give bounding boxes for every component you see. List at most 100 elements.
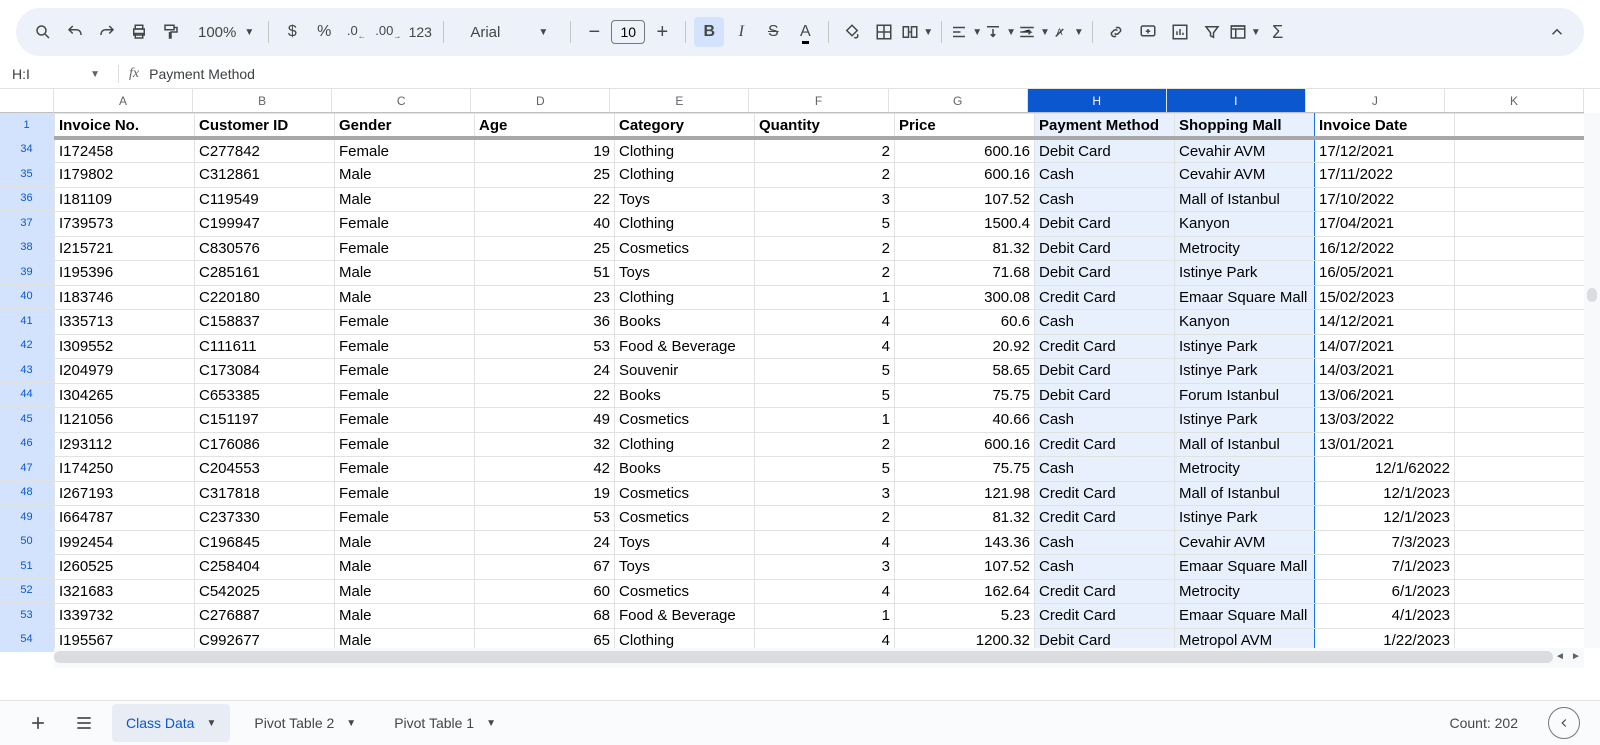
- filter-button[interactable]: [1197, 17, 1227, 47]
- row-header-35[interactable]: 35: [0, 162, 54, 187]
- cell[interactable]: C176086: [195, 432, 335, 457]
- cell[interactable]: 13/01/2021: [1315, 432, 1455, 457]
- cell[interactable]: Emaar Square Mall: [1175, 604, 1315, 629]
- cell[interactable]: 300.08: [895, 285, 1035, 310]
- cell[interactable]: 12/1/2023: [1315, 481, 1455, 506]
- increase-font-icon[interactable]: +: [647, 17, 677, 47]
- cell[interactable]: 81.32: [895, 506, 1035, 531]
- cell[interactable]: Books: [615, 457, 755, 482]
- cell[interactable]: 17/04/2021: [1315, 212, 1455, 237]
- cell[interactable]: 4: [755, 579, 895, 604]
- borders-button[interactable]: [869, 17, 899, 47]
- cell[interactable]: [1455, 163, 1585, 188]
- cell[interactable]: I309552: [55, 334, 195, 359]
- cell[interactable]: Clothing: [615, 628, 755, 648]
- cell[interactable]: 75.75: [895, 457, 1035, 482]
- cell[interactable]: 1200.32: [895, 628, 1035, 648]
- cell[interactable]: [1455, 579, 1585, 604]
- cell[interactable]: C276887: [195, 604, 335, 629]
- cell[interactable]: 14/12/2021: [1315, 310, 1455, 335]
- cell[interactable]: C158837: [195, 310, 335, 335]
- cell[interactable]: Istinye Park: [1175, 408, 1315, 433]
- status-count[interactable]: Count: 202: [1450, 715, 1529, 731]
- cell[interactable]: Souvenir: [615, 359, 755, 384]
- cell[interactable]: 17/10/2022: [1315, 187, 1455, 212]
- search-icon[interactable]: [28, 17, 58, 47]
- print-icon[interactable]: [124, 17, 154, 47]
- row-header-39[interactable]: 39: [0, 260, 54, 285]
- cell[interactable]: 2: [755, 506, 895, 531]
- cell[interactable]: [1455, 555, 1585, 580]
- cell[interactable]: 4: [755, 310, 895, 335]
- cell[interactable]: I267193: [55, 481, 195, 506]
- cell[interactable]: 5: [755, 359, 895, 384]
- cell[interactable]: 42: [475, 457, 615, 482]
- cell[interactable]: I215721: [55, 236, 195, 261]
- cell[interactable]: 53: [475, 506, 615, 531]
- cell[interactable]: Male: [335, 530, 475, 555]
- cell[interactable]: C220180: [195, 285, 335, 310]
- cell[interactable]: I121056: [55, 408, 195, 433]
- horizontal-scrollbar[interactable]: ◄ ►: [54, 648, 1584, 668]
- cell[interactable]: 2: [755, 163, 895, 188]
- cell[interactable]: Credit Card: [1035, 432, 1175, 457]
- cell[interactable]: 15/02/2023: [1315, 285, 1455, 310]
- cell[interactable]: I195396: [55, 261, 195, 286]
- cell[interactable]: 3: [755, 187, 895, 212]
- cell[interactable]: 36: [475, 310, 615, 335]
- cell[interactable]: Cosmetics: [615, 236, 755, 261]
- undo-icon[interactable]: [60, 17, 90, 47]
- cell[interactable]: Emaar Square Mall: [1175, 285, 1315, 310]
- cell[interactable]: C277842: [195, 138, 335, 163]
- cell[interactable]: Kanyon: [1175, 310, 1315, 335]
- cell[interactable]: Credit Card: [1035, 285, 1175, 310]
- cell[interactable]: Mall of Istanbul: [1175, 481, 1315, 506]
- cell[interactable]: 17/11/2022: [1315, 163, 1455, 188]
- cell[interactable]: 2: [755, 432, 895, 457]
- row-header-40[interactable]: 40: [0, 285, 54, 310]
- cell[interactable]: Customer ID: [195, 114, 335, 139]
- cell[interactable]: C258404: [195, 555, 335, 580]
- cell[interactable]: [1455, 310, 1585, 335]
- add-sheet-button[interactable]: [20, 705, 56, 741]
- cell[interactable]: C173084: [195, 359, 335, 384]
- col-header-E[interactable]: E: [610, 89, 749, 112]
- strikethrough-button[interactable]: S: [758, 17, 788, 47]
- cell[interactable]: 1500.4: [895, 212, 1035, 237]
- cell[interactable]: 13/03/2022: [1315, 408, 1455, 433]
- col-header-G[interactable]: G: [889, 89, 1028, 112]
- cell[interactable]: C285161: [195, 261, 335, 286]
- cell[interactable]: 107.52: [895, 187, 1035, 212]
- name-box[interactable]: H:I▼: [8, 66, 108, 82]
- cell[interactable]: Female: [335, 506, 475, 531]
- cell[interactable]: Debit Card: [1035, 261, 1175, 286]
- more-formats-icon[interactable]: 123: [405, 17, 435, 47]
- cell[interactable]: 7/3/2023: [1315, 530, 1455, 555]
- cell[interactable]: Cash: [1035, 457, 1175, 482]
- scroll-right-icon[interactable]: ►: [1568, 648, 1584, 664]
- paint-format-icon[interactable]: [156, 17, 186, 47]
- row-header-47[interactable]: 47: [0, 456, 54, 481]
- cell[interactable]: 1: [755, 408, 895, 433]
- cell[interactable]: Emaar Square Mall: [1175, 555, 1315, 580]
- cell[interactable]: Shopping Mall: [1175, 114, 1315, 139]
- cell[interactable]: Male: [335, 163, 475, 188]
- cell[interactable]: 107.52: [895, 555, 1035, 580]
- cell[interactable]: 3: [755, 481, 895, 506]
- cell[interactable]: 1/22/2023: [1315, 628, 1455, 648]
- cell[interactable]: 162.64: [895, 579, 1035, 604]
- row-header-54[interactable]: 54: [0, 628, 54, 653]
- cell[interactable]: 2: [755, 261, 895, 286]
- cell[interactable]: Male: [335, 187, 475, 212]
- cell[interactable]: 5: [755, 383, 895, 408]
- cell[interactable]: Mall of Istanbul: [1175, 187, 1315, 212]
- cell[interactable]: 600.16: [895, 163, 1035, 188]
- cell[interactable]: Istinye Park: [1175, 359, 1315, 384]
- cell[interactable]: Price: [895, 114, 1035, 139]
- cell[interactable]: [1455, 481, 1585, 506]
- col-header-D[interactable]: D: [471, 89, 610, 112]
- cell[interactable]: Credit Card: [1035, 604, 1175, 629]
- cell[interactable]: 32: [475, 432, 615, 457]
- cell[interactable]: Female: [335, 432, 475, 457]
- cell[interactable]: [1455, 530, 1585, 555]
